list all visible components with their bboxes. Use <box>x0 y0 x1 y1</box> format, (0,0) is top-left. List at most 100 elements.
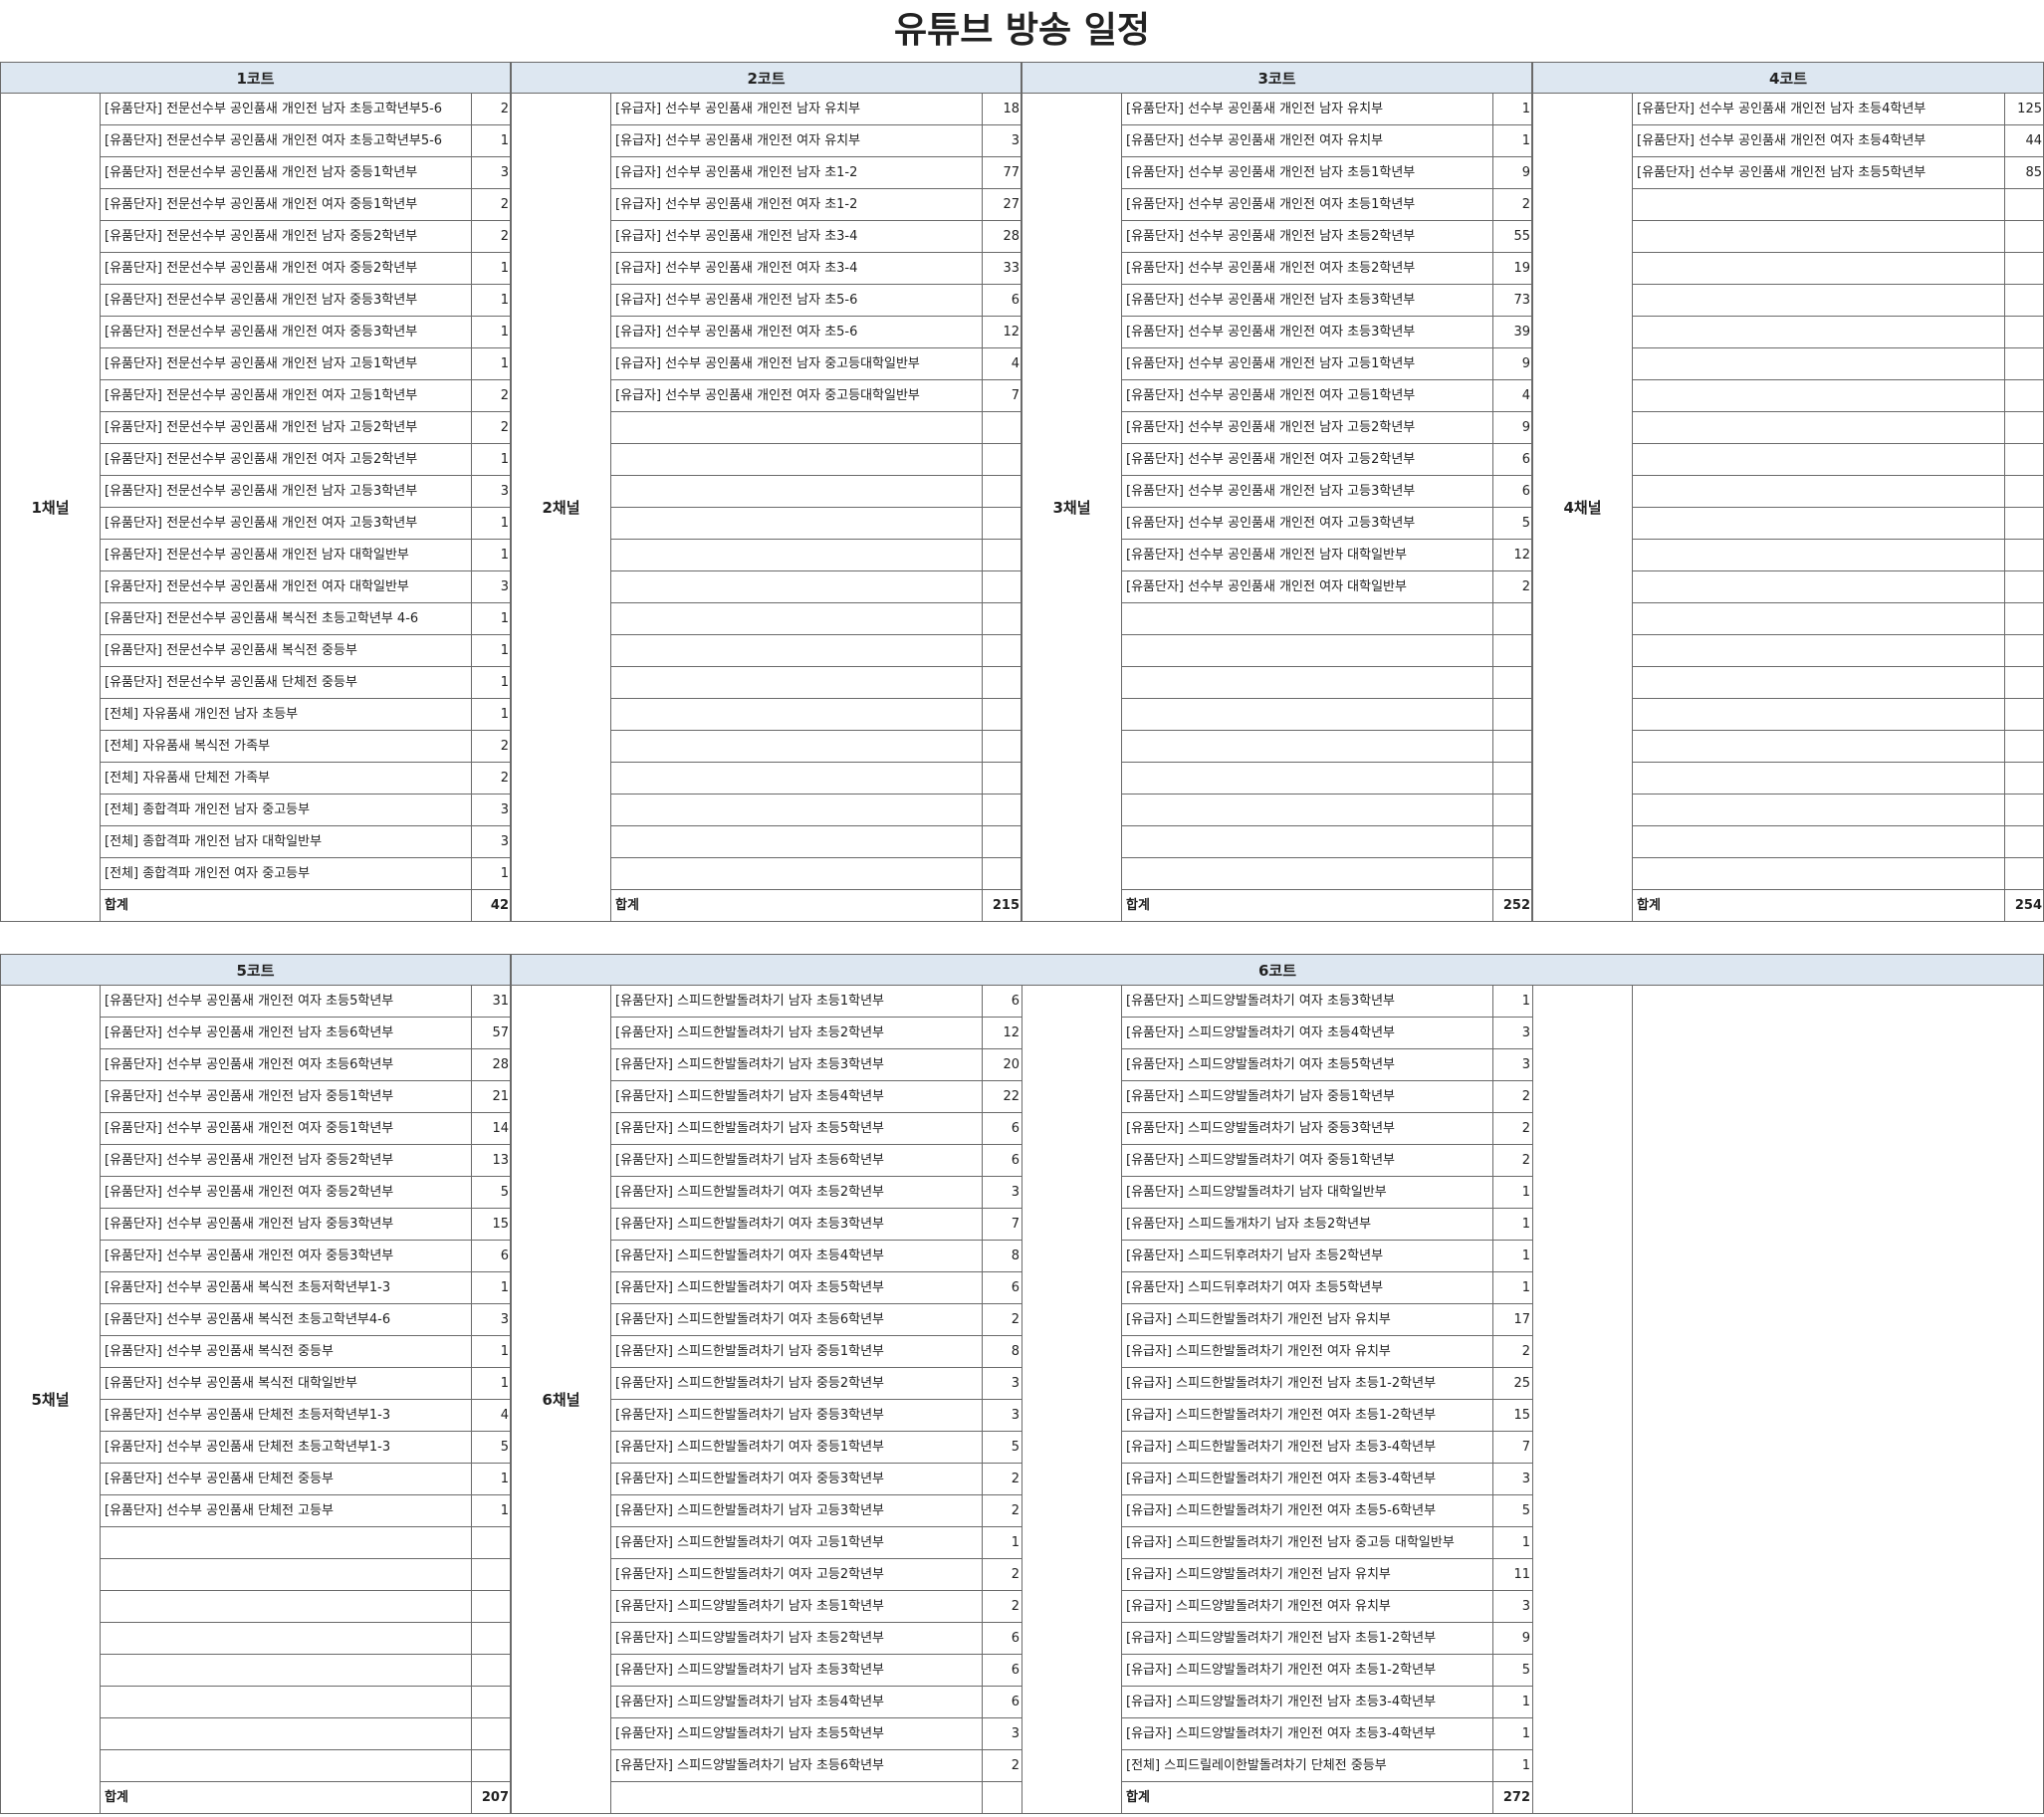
event-name: [유품단자] 선수부 공인품새 개인전 여자 중등1학년부 <box>105 1121 394 1136</box>
table-row <box>610 476 1022 508</box>
table-row: [유품단자] 선수부 공인품새 개인전 남자 고등3학년부 6 <box>1121 476 1532 508</box>
entry-count <box>982 412 1022 443</box>
table-row: [유품단자] 스피드한발돌려차기 남자 중등2학년부 3 <box>610 1368 1022 1400</box>
total-count: 42 <box>471 890 511 921</box>
entry-count: 55 <box>1492 221 1532 252</box>
entry-count <box>982 444 1022 475</box>
entry-count: 1 <box>471 1495 511 1526</box>
table-row: [유급자] 선수부 공인품새 개인전 여자 초1-2 27 <box>610 189 1022 221</box>
event-name: [유품단자] 전문선수부 공인품새 개인전 남자 중등2학년부 <box>105 229 418 244</box>
entry-count <box>2004 508 2044 539</box>
entry-count: 2 <box>1492 1113 1532 1144</box>
event-name: [유품단자] 선수부 공인품새 단체전 고등부 <box>105 1503 334 1518</box>
table-row: [유급자] 스피드양발돌려차기 개인전 여자 초등3-4학년부 1 <box>1121 1718 1532 1750</box>
court-block-2: 2코트 2채널 [유급자] 선수부 공인품새 개인전 남자 유치부 18 [유급자] 선… <box>511 62 1022 922</box>
entry-count <box>2004 317 2044 347</box>
table-row: [유품단자] 전문선수부 공인품새 개인전 여자 고등2학년부 1 <box>100 444 511 476</box>
event-name: [유품단자] 스피드양발돌려차기 남자 중등3학년부 <box>1126 1121 1396 1136</box>
channel-label: 3채널 <box>1022 94 1121 922</box>
entry-count <box>1492 763 1532 794</box>
event-name <box>1122 858 1492 889</box>
event-name <box>101 1559 471 1590</box>
court-header: 2코트 <box>511 62 1021 94</box>
table-row: [유급자] 스피드양발돌려차기 개인전 남자 초등3-4학년부 1 <box>1121 1687 1532 1718</box>
entry-count <box>2004 285 2044 316</box>
event-name <box>1633 635 2004 666</box>
event-name <box>1633 221 2004 252</box>
event-name: [전체] 종합격파 개인전 남자 중고등부 <box>105 802 311 817</box>
table-row: [유급자] 스피드한발돌려차기 개인전 여자 유치부 2 <box>1121 1336 1532 1368</box>
entry-count <box>2004 763 2044 794</box>
table-row: [유품단자] 선수부 공인품새 단체전 초등고학년부1-3 5 <box>100 1432 511 1464</box>
table-row: [유품단자] 전문선수부 공인품새 개인전 남자 대학일반부 1 <box>100 540 511 571</box>
entry-count: 73 <box>1492 285 1532 316</box>
entry-count: 2 <box>471 731 511 762</box>
event-name: [전체] 종합격파 개인전 여자 중고등부 <box>105 866 311 881</box>
table-row <box>610 699 1022 731</box>
entry-count: 1 <box>1492 1718 1532 1749</box>
entry-count: 25 <box>1492 1368 1532 1399</box>
entry-count: 6 <box>471 1241 511 1271</box>
entry-count: 1 <box>1492 1177 1532 1208</box>
event-name: [유품단자] 선수부 공인품새 단체전 중등부 <box>105 1472 334 1486</box>
entry-count <box>2004 476 2044 507</box>
channel-label: 4채널 <box>1532 94 1632 922</box>
table-row <box>1121 826 1532 858</box>
table-row <box>1632 858 2044 890</box>
entry-count <box>1492 731 1532 762</box>
event-name <box>1633 667 2004 698</box>
event-name: [유급자] 선수부 공인품새 개인전 남자 유치부 <box>615 102 861 116</box>
table-row <box>610 795 1022 826</box>
table-row: [유품단자] 선수부 공인품새 개인전 남자 초등1학년부 9 <box>1121 157 1532 189</box>
entry-count: 1 <box>471 1336 511 1367</box>
event-name <box>1633 603 2004 634</box>
entry-count: 1 <box>471 1272 511 1303</box>
entry-count: 6 <box>982 1687 1022 1717</box>
table-row: [유품단자] 선수부 공인품새 개인전 여자 중등1학년부 14 <box>100 1113 511 1145</box>
table-row <box>1632 348 2044 380</box>
entry-count: 1 <box>471 667 511 698</box>
entry-count <box>2004 380 2044 411</box>
entry-count <box>1492 826 1532 857</box>
table-row: [전체] 종합격파 개인전 남자 중고등부 3 <box>100 795 511 826</box>
entry-count <box>2004 189 2044 220</box>
event-name <box>611 540 982 570</box>
table-row <box>1632 253 2044 285</box>
total-count: 215 <box>982 890 1022 921</box>
event-name <box>1633 253 2004 284</box>
table-row <box>610 667 1022 699</box>
table-row <box>1632 285 2044 317</box>
table-row: [유품단자] 스피드양발돌려차기 남자 초등2학년부 6 <box>610 1623 1022 1655</box>
entry-count <box>1492 795 1532 825</box>
entry-count <box>471 1687 511 1717</box>
table-row: [유품단자] 전문선수부 공인품새 개인전 여자 고등1학년부 2 <box>100 380 511 412</box>
entry-count: 6 <box>982 1145 1022 1176</box>
table-row: [유급자] 선수부 공인품새 개인전 여자 초3-4 33 <box>610 253 1022 285</box>
entry-count: 3 <box>982 1718 1022 1749</box>
table-row: [유품단자] 스피드양발돌려차기 남자 초등3학년부 6 <box>610 1655 1022 1687</box>
table-row: [유품단자] 선수부 공인품새 개인전 여자 초등5학년부 31 <box>100 986 511 1018</box>
table-row <box>1632 731 2044 763</box>
event-name: [유품단자] 스피드한발돌려차기 여자 초등6학년부 <box>615 1312 885 1327</box>
table-row <box>1632 540 2044 571</box>
table-row: [유급자] 스피드한발돌려차기 개인전 여자 초등1-2학년부 15 <box>1121 1400 1532 1432</box>
entry-count: 9 <box>1492 157 1532 188</box>
entry-count: 15 <box>1492 1400 1532 1431</box>
event-name: [유급자] 스피드양발돌려차기 개인전 여자 초등3-4학년부 <box>1126 1726 1437 1741</box>
event-name: [유품단자] 선수부 공인품새 개인전 남자 고등1학년부 <box>1126 356 1416 371</box>
total-row: 합계 215 <box>610 890 1022 922</box>
event-name: [유급자] 선수부 공인품새 개인전 남자 초5-6 <box>615 293 858 308</box>
entry-count: 3 <box>982 125 1022 156</box>
entry-count: 3 <box>471 571 511 602</box>
entry-count: 20 <box>982 1049 1022 1080</box>
entry-count: 1 <box>1492 125 1532 156</box>
event-name: [유품단자] 스피드한발돌려차기 여자 고등1학년부 <box>615 1535 885 1550</box>
table-row: [유품단자] 선수부 공인품새 개인전 여자 고등1학년부 4 <box>1121 380 1532 412</box>
table-row <box>610 412 1022 444</box>
table-row: [유급자] 스피드양발돌려차기 개인전 여자 유치부 3 <box>1121 1591 1532 1623</box>
table-row: [유품단자] 스피드양발돌려차기 여자 중등1학년부 2 <box>1121 1145 1532 1177</box>
table-row: [유품단자] 선수부 공인품새 개인전 남자 초등4학년부 125 <box>1632 94 2044 125</box>
event-name: [유품단자] 전문선수부 공인품새 개인전 여자 중등3학년부 <box>105 325 418 340</box>
table-row <box>610 826 1022 858</box>
event-name: [유품단자] 스피드뒤후려차기 여자 초등5학년부 <box>1126 1280 1384 1295</box>
